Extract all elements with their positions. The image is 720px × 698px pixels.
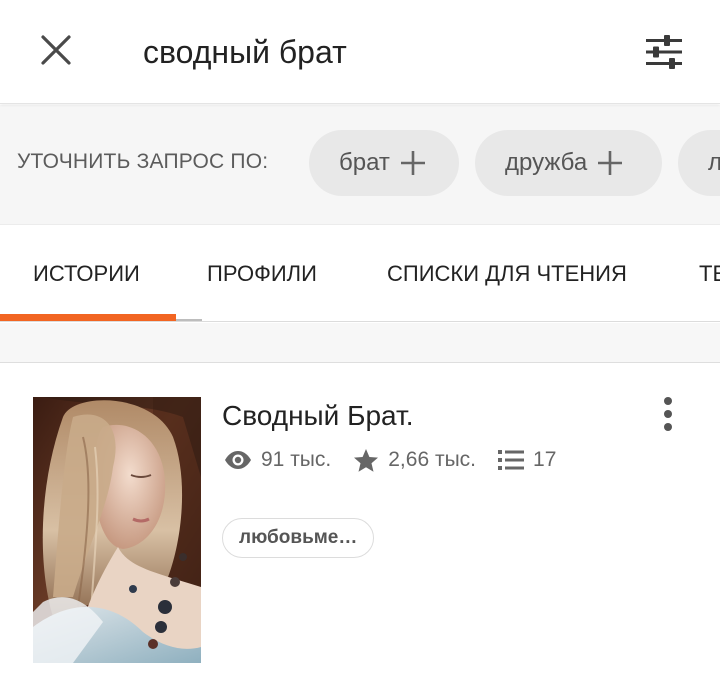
star-icon [354,448,379,472]
story-more-button[interactable] [652,392,684,436]
tab-tags[interactable]: ТЕ [699,226,720,321]
tab-reading-lists[interactable]: СПИСКИ ДЛЯ ЧТЕНИЯ [387,226,627,321]
more-vertical-icon [664,397,672,431]
chip-label: брат [339,149,390,176]
results-tabs: ИСТОРИИ ПРОФИЛИ СПИСКИ ДЛЯ ЧТЕНИЯ ТЕ [0,226,720,322]
close-icon [41,35,71,65]
eye-icon [225,451,251,469]
votes-count: 2,66 тыс. [388,448,477,471]
votes-stat: 2,66 тыс. [353,448,476,473]
active-tab-indicator [0,314,176,321]
story-title[interactable]: Сводный Брат. [222,400,414,432]
filter-button[interactable] [638,28,690,76]
results-spacer [0,323,720,363]
chip-label: дружба [505,149,588,176]
story-stats: 91 тыс. 2,66 тыс. 17 [224,444,556,476]
refine-chip-brat[interactable]: брат [309,130,459,196]
sliders-icon [646,35,682,69]
refine-chip-druzhba[interactable]: дружба [475,130,662,196]
tab-indicator-shadow [176,319,202,321]
tab-profiles[interactable]: ПРОФИЛИ [207,226,317,321]
parts-count: 17 [533,448,557,471]
list-icon [498,450,525,470]
story-tag[interactable]: любовьме… [222,518,375,558]
close-button[interactable] [30,28,82,72]
plus-icon [400,151,425,175]
plus-icon [598,151,623,175]
chip-label: л [708,149,720,176]
story-cover-image[interactable] [33,397,201,663]
refine-label: УТОЧНИТЬ ЗАПРОС ПО: [17,150,269,173]
reads-count: 91 тыс. [261,448,332,471]
tab-stories[interactable]: ИСТОРИИ [33,226,140,321]
reads-stat: 91 тыс. [224,448,331,472]
parts-stat: 17 [498,448,556,472]
search-query[interactable]: сводный брат [143,28,347,76]
search-header: сводный брат [0,0,720,104]
